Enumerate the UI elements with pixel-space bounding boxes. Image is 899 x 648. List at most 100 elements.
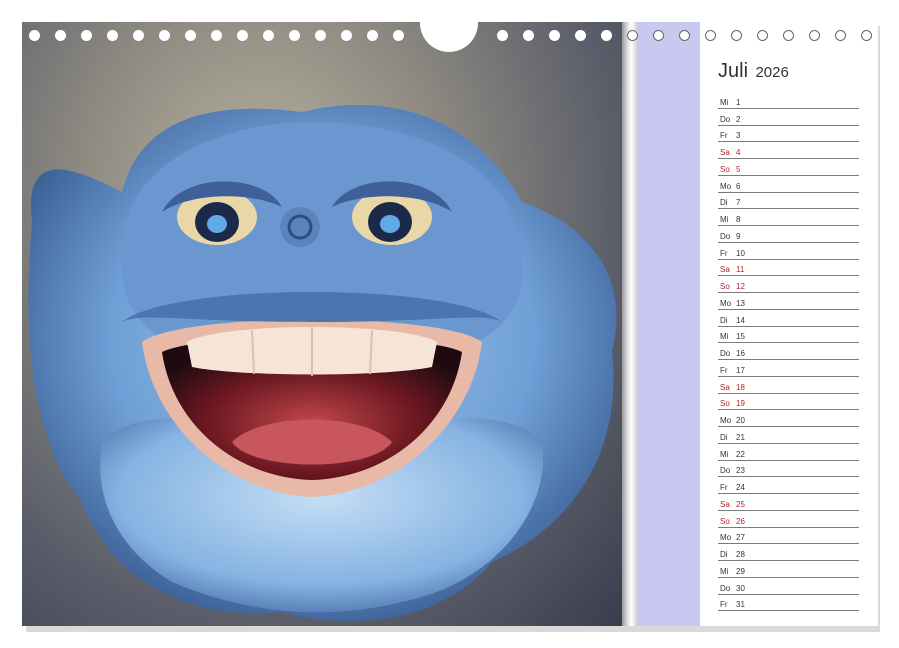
day-row: So 19 <box>718 394 859 411</box>
weekday-label: Fr <box>720 366 728 375</box>
day-row: Do 2 <box>718 109 859 126</box>
binding-hole <box>289 30 300 41</box>
day-row: Fr 17 <box>718 360 859 377</box>
day-row: Mo 20 <box>718 410 859 427</box>
binding-hole <box>341 30 352 41</box>
day-number: 15 <box>736 332 745 341</box>
binding-hole <box>757 30 768 41</box>
day-row: Di 14 <box>718 310 859 327</box>
weekday-label: Mi <box>720 215 728 224</box>
day-row: Mo 27 <box>718 528 859 545</box>
day-row: Do 16 <box>718 343 859 360</box>
weekday-label: Sa <box>720 500 730 509</box>
weekday-label: Di <box>720 433 728 442</box>
weekday-label: Di <box>720 198 728 207</box>
side-color-strip <box>638 22 700 626</box>
day-number: 2 <box>736 115 740 124</box>
day-number: 21 <box>736 433 745 442</box>
binding-hole <box>185 30 196 41</box>
day-list: Mi1Do2Fr3Sa4So5Mo6Di7Mi8Do9Fr10Sa11So12M… <box>718 92 859 611</box>
binding-hole <box>107 30 118 41</box>
binding-hole <box>159 30 170 41</box>
weekday-label: Mi <box>720 567 728 576</box>
binding-hole <box>523 30 534 41</box>
day-row: Fr3 <box>718 126 859 143</box>
binding-hole <box>601 30 612 41</box>
day-row: Di 7 <box>718 193 859 210</box>
weekday-label: Fr <box>720 483 728 492</box>
day-number: 1 <box>736 98 740 107</box>
day-row: Mi 1 <box>718 92 859 109</box>
binding-hole <box>809 30 820 41</box>
binding-hole <box>133 30 144 41</box>
day-number: 28 <box>736 550 745 559</box>
weekday-label: So <box>720 165 730 174</box>
weekday-label: Mo <box>720 533 731 542</box>
day-row: Sa11 <box>718 260 859 277</box>
day-row: Fr 31 <box>718 595 859 612</box>
weekday-label: Sa <box>720 383 730 392</box>
weekday-label: Mo <box>720 416 731 425</box>
weekday-label: Mo <box>720 182 731 191</box>
day-number: 20 <box>736 416 745 425</box>
weekday-label: Fr <box>720 600 728 609</box>
day-number: 8 <box>736 215 740 224</box>
day-number: 17 <box>736 366 745 375</box>
weekday-label: So <box>720 517 730 526</box>
weekday-label: Do <box>720 232 730 241</box>
day-row: Do23 <box>718 461 859 478</box>
day-row: Sa 25 <box>718 494 859 511</box>
binding-hole <box>497 30 508 41</box>
day-row: Do30 <box>718 578 859 595</box>
binding-hole <box>705 30 716 41</box>
day-row: Mo 13 <box>718 293 859 310</box>
binding-hole <box>81 30 92 41</box>
day-row: Mi 8 <box>718 209 859 226</box>
day-number: 10 <box>736 249 745 258</box>
binding-hole <box>653 30 664 41</box>
day-number: 18 <box>736 383 745 392</box>
weekday-label: Mi <box>720 98 728 107</box>
binding-hole <box>549 30 560 41</box>
day-row: Sa 18 <box>718 377 859 394</box>
binding-hole <box>29 30 40 41</box>
day-number: 6 <box>736 182 740 191</box>
binding-hole <box>835 30 846 41</box>
binding-hole <box>315 30 326 41</box>
weekday-label: Do <box>720 584 730 593</box>
weekday-label: Do <box>720 115 730 124</box>
day-row: So 26 <box>718 511 859 528</box>
day-number: 13 <box>736 299 745 308</box>
day-row: Fr10 <box>718 243 859 260</box>
weekday-label: Mo <box>720 299 731 308</box>
day-row: Mi22 <box>718 444 859 461</box>
day-row: Do9 <box>718 226 859 243</box>
day-number: 19 <box>736 399 745 408</box>
binding-hole <box>575 30 586 41</box>
binding-hole <box>627 30 638 41</box>
weekday-label: Di <box>720 316 728 325</box>
day-number: 27 <box>736 533 745 542</box>
binding-hole <box>679 30 690 41</box>
day-row: Fr24 <box>718 477 859 494</box>
day-number: 23 <box>736 466 745 475</box>
month-name: Juli <box>718 60 748 82</box>
day-number: 14 <box>736 316 745 325</box>
weekday-label: Mi <box>720 332 728 341</box>
binding-hole <box>237 30 248 41</box>
day-number: 7 <box>736 198 740 207</box>
binding-hole <box>731 30 742 41</box>
weekday-label: Do <box>720 349 730 358</box>
binding-hole <box>55 30 66 41</box>
day-number: 16 <box>736 349 745 358</box>
day-number: 31 <box>736 600 745 609</box>
weekday-label: Sa <box>720 148 730 157</box>
rose-illustration <box>22 22 622 626</box>
day-number: 3 <box>736 131 740 140</box>
day-number: 26 <box>736 517 745 526</box>
weekday-label: So <box>720 399 730 408</box>
binding-hole <box>367 30 378 41</box>
day-row: Mi 15 <box>718 327 859 344</box>
day-number: 29 <box>736 567 745 576</box>
day-number: 25 <box>736 500 745 509</box>
